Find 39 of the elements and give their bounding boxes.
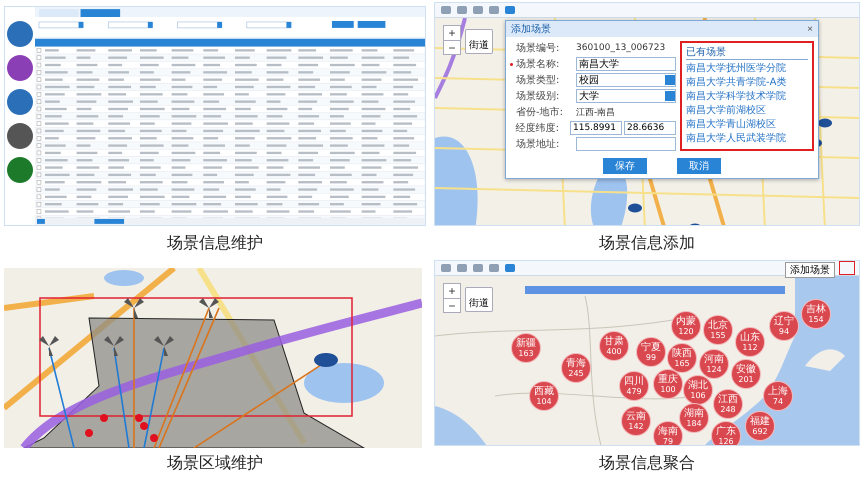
caption: 场景信息添加 xyxy=(599,232,695,254)
scene-list-item[interactable]: 南昌大学青山湖校区 xyxy=(686,118,808,132)
street-view-button[interactable]: 街道 xyxy=(465,29,493,54)
field-label: 经度纬度: xyxy=(516,122,560,135)
cancel-button[interactable]: 取消 xyxy=(677,158,721,174)
text-field[interactable]: 南昌大学 xyxy=(576,57,676,71)
layer-icon[interactable] xyxy=(839,261,855,275)
field-label: 场景编号: xyxy=(516,42,560,55)
caption: 场景信息聚合 xyxy=(599,452,695,474)
category-icon[interactable] xyxy=(7,55,33,81)
field-label: 省份-地市: xyxy=(516,106,564,119)
category-icon[interactable] xyxy=(7,89,33,115)
street-view-button[interactable]: 街道 xyxy=(465,287,493,312)
scene-list-item[interactable]: 南昌大学人民武装学院 xyxy=(686,132,808,146)
text-field[interactable] xyxy=(576,137,676,151)
add-scene-button[interactable]: 添加场景 xyxy=(785,262,835,278)
dropdown[interactable]: 大学 xyxy=(576,89,676,103)
dialog-title: 添加场景 xyxy=(511,22,551,36)
field-label: 场景类型: xyxy=(516,74,560,87)
category-icon[interactable] xyxy=(7,21,33,47)
scene-list-item[interactable]: 南昌大学共青学院-A类 xyxy=(686,76,808,90)
scene-list-item[interactable]: 南昌大学科学技术学院 xyxy=(686,90,808,104)
category-icon[interactable] xyxy=(7,157,33,183)
scene-list-item[interactable]: 南昌大学抚州医学分院 xyxy=(686,62,808,76)
longitude-field[interactable]: 115.8991 xyxy=(570,121,622,135)
caption: 场景区域维护 xyxy=(167,452,263,474)
category-icon[interactable] xyxy=(7,123,33,149)
save-button[interactable]: 保存 xyxy=(603,158,647,174)
list-heading: 已有场景 xyxy=(686,45,808,60)
field-value: 360100_13_006723 xyxy=(576,43,666,53)
field-label: 场景级别: xyxy=(516,90,560,103)
field-label: 场景地址: xyxy=(516,138,560,151)
scene-list-item[interactable]: 南昌大学前湖校区 xyxy=(686,104,808,118)
dropdown[interactable]: 校园 xyxy=(576,73,676,87)
field-value: 江西-南昌 xyxy=(576,106,616,118)
close-button[interactable]: × xyxy=(807,22,813,36)
caption: 场景信息维护 xyxy=(167,232,263,254)
field-label: 场景名称: xyxy=(516,58,560,71)
latitude-field[interactable]: 28.6636 xyxy=(624,121,676,135)
